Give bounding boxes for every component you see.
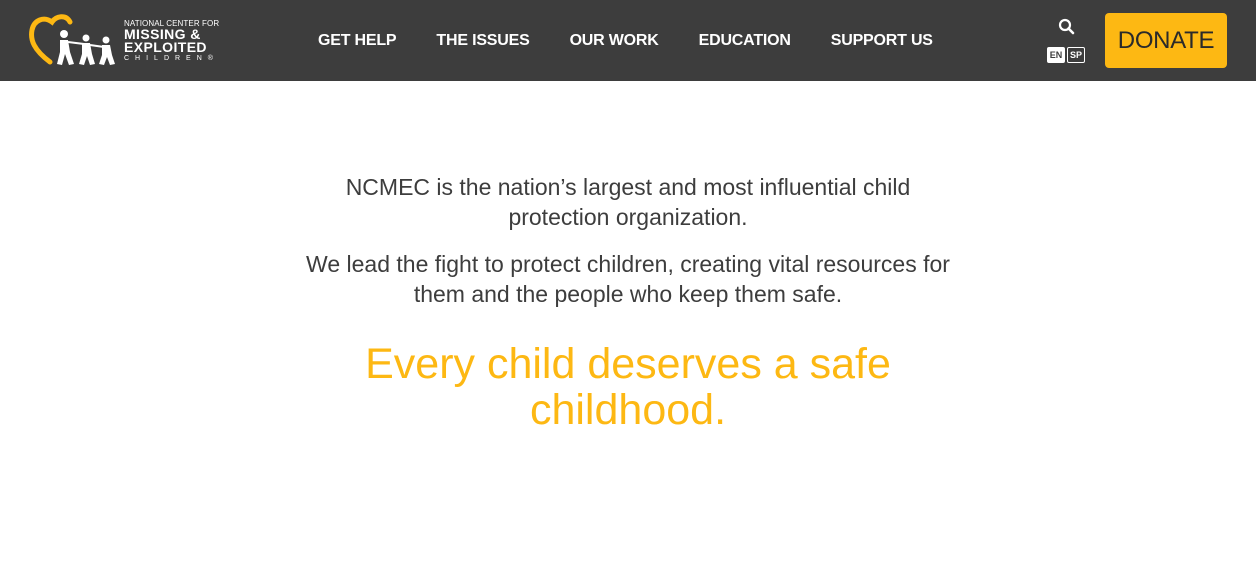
- lang-en-button[interactable]: EN: [1047, 47, 1065, 63]
- nav-our-work[interactable]: OUR WORK: [570, 32, 659, 50]
- tagline-heading: Every child deserves a safe childhood.: [0, 341, 1256, 433]
- language-switcher: EN SP: [1047, 47, 1085, 63]
- heart-children-logo-icon: [29, 14, 115, 65]
- logo-line-4: CHILDREN®: [124, 55, 219, 62]
- search-icon: [1058, 18, 1075, 35]
- nav-education[interactable]: EDUCATION: [699, 32, 791, 50]
- lang-sp-button[interactable]: SP: [1067, 47, 1085, 63]
- donate-button[interactable]: DONATE: [1105, 13, 1227, 68]
- search-button[interactable]: [1057, 17, 1077, 37]
- intro-paragraph-2: We lead the fight to protect children, c…: [306, 251, 950, 307]
- ncmec-logo[interactable]: NATIONAL CENTER FOR MISSING & EXPLOITED …: [28, 12, 238, 70]
- tagline-text: Every child deserves a safe childhood.: [365, 340, 891, 434]
- nav-the-issues[interactable]: THE ISSUES: [436, 32, 529, 50]
- nav-get-help[interactable]: GET HELP: [318, 32, 397, 50]
- logo-wordmark: NATIONAL CENTER FOR MISSING & EXPLOITED …: [124, 20, 219, 63]
- logo-line-3: EXPLOITED: [124, 39, 207, 55]
- intro-paragraph-1: NCMEC is the nation’s largest and most i…: [345, 174, 911, 230]
- main-nav: GET HELP THE ISSUES OUR WORK EDUCATION S…: [318, 0, 973, 81]
- nav-support-us[interactable]: SUPPORT US: [831, 32, 933, 50]
- site-header: NATIONAL CENTER FOR MISSING & EXPLOITED …: [0, 0, 1256, 81]
- intro-section: NCMEC is the nation’s largest and most i…: [0, 172, 1256, 309]
